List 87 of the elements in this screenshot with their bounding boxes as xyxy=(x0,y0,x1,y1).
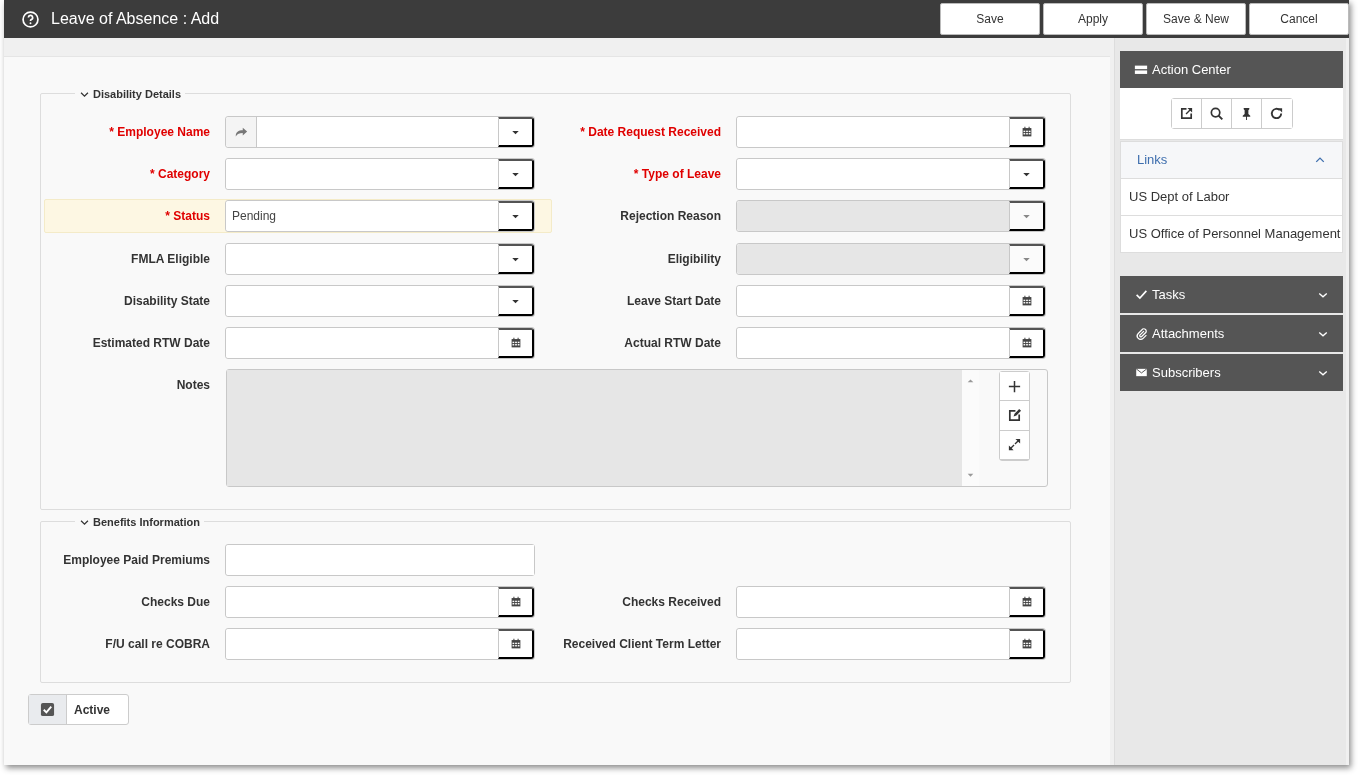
date-picker-button[interactable] xyxy=(498,587,534,617)
panel-title: Attachments xyxy=(1152,324,1225,343)
check-icon xyxy=(1135,288,1148,301)
paperclip-icon xyxy=(1135,327,1148,340)
panel-header[interactable]: Tasks xyxy=(1120,276,1343,313)
dropdown-button[interactable] xyxy=(498,117,534,147)
field-label: * Category xyxy=(148,166,210,183)
field-label: Checks Due xyxy=(140,594,210,611)
input-field[interactable] xyxy=(226,545,534,575)
help-icon[interactable] xyxy=(22,10,39,28)
date-picker-button[interactable] xyxy=(1009,587,1045,617)
panel-header[interactable]: Links xyxy=(1120,141,1343,179)
field-label: * Type of Leave xyxy=(632,166,721,183)
dropdown-input-group[interactable] xyxy=(736,243,1046,275)
field-label: FMLA Eligible xyxy=(130,251,210,268)
date-picker-button[interactable] xyxy=(498,629,534,659)
dropdown-input-group[interactable] xyxy=(225,285,535,317)
date-picker-button[interactable] xyxy=(1009,629,1045,659)
dropdown-button[interactable] xyxy=(1009,244,1045,274)
date-picker-button[interactable] xyxy=(498,328,534,358)
panel-title: Subscribers xyxy=(1152,363,1221,382)
field-label: * Date Request Received xyxy=(579,124,721,141)
dropdown-input-group[interactable] xyxy=(225,243,535,275)
toolbar-button[interactable]: Cancel xyxy=(1249,3,1349,35)
field-label: F/U call re COBRA xyxy=(104,636,210,653)
field-label: Received Client Term Letter xyxy=(562,636,721,653)
dropdown-input-group[interactable] xyxy=(225,158,535,190)
plus-icon xyxy=(1007,378,1022,394)
dropdown-button[interactable] xyxy=(498,201,534,231)
field-label: Disability State xyxy=(122,293,210,310)
date-picker-button[interactable] xyxy=(1009,117,1045,147)
edit-button[interactable] xyxy=(1000,401,1029,431)
field-label: Notes xyxy=(175,377,210,394)
date-input-group[interactable] xyxy=(736,116,1046,148)
date-input-group[interactable] xyxy=(736,586,1046,618)
expand-button[interactable] xyxy=(1000,430,1029,460)
field-label: * Employee Name xyxy=(108,124,210,141)
field-label: * Status xyxy=(164,208,210,225)
date-input-group[interactable] xyxy=(736,285,1046,317)
window-title: Leave of Absence : Add xyxy=(51,9,220,29)
dropdown-input-group[interactable]: Pending xyxy=(225,200,535,232)
scroll-down-icon[interactable] xyxy=(966,471,975,480)
dropdown-button[interactable] xyxy=(498,159,534,189)
dropdown-input-group[interactable] xyxy=(736,200,1046,232)
panel-title: Action Center xyxy=(1152,60,1231,79)
date-input-group[interactable] xyxy=(225,327,535,359)
checkbox-label: Active xyxy=(73,702,112,719)
field-label: Employee Paid Premiums xyxy=(62,552,210,569)
open-external-button[interactable] xyxy=(1171,99,1202,128)
panel-header[interactable]: Subscribers xyxy=(1120,354,1343,391)
envelope-icon xyxy=(1135,366,1148,379)
date-input-group[interactable] xyxy=(736,628,1046,660)
add-button[interactable] xyxy=(1000,372,1029,402)
panel-title: Tasks xyxy=(1152,285,1186,304)
date-picker-button[interactable] xyxy=(1009,328,1045,358)
dropdown-input-group[interactable] xyxy=(225,116,535,148)
date-input-group[interactable] xyxy=(225,586,535,618)
panel-header[interactable]: Attachments xyxy=(1120,315,1343,352)
toolbar-button[interactable]: Apply xyxy=(1043,3,1143,35)
dropdown-button[interactable] xyxy=(498,286,534,316)
edit-icon xyxy=(1007,408,1022,423)
panel-title: Links xyxy=(1137,151,1168,170)
field-label: Checks Received xyxy=(621,594,721,611)
field-label: Rejection Reason xyxy=(619,208,721,225)
link-item[interactable]: US Dept of Labor xyxy=(1120,179,1343,216)
field-label: Leave Start Date xyxy=(625,293,721,310)
date-picker-button[interactable] xyxy=(1009,286,1045,316)
expand-icon xyxy=(1007,437,1022,453)
date-input-group[interactable] xyxy=(736,327,1046,359)
toolbar-button[interactable]: Save xyxy=(940,3,1040,35)
checkbox-icon[interactable] xyxy=(40,702,55,717)
external-link-icon xyxy=(1178,106,1194,121)
refresh-icon xyxy=(1269,106,1284,121)
dropdown-input-group[interactable] xyxy=(736,158,1046,190)
field-label: Estimated RTW Date xyxy=(91,335,210,352)
lookup-addon[interactable] xyxy=(226,117,257,147)
date-input-group[interactable] xyxy=(225,628,535,660)
dropdown-button[interactable] xyxy=(498,244,534,274)
field-label: Actual RTW Date xyxy=(623,335,721,352)
field-label: Eligibility xyxy=(666,251,721,268)
dropdown-button[interactable] xyxy=(1009,159,1045,189)
toolbar-button[interactable]: Save & New xyxy=(1146,3,1246,35)
dropdown-button[interactable] xyxy=(1009,201,1045,231)
link-item[interactable]: US Office of Personnel Management xyxy=(1120,216,1343,253)
search-icon xyxy=(1208,106,1224,121)
scroll-up-icon[interactable] xyxy=(966,376,975,385)
active-toggle[interactable]: Active xyxy=(28,694,130,725)
